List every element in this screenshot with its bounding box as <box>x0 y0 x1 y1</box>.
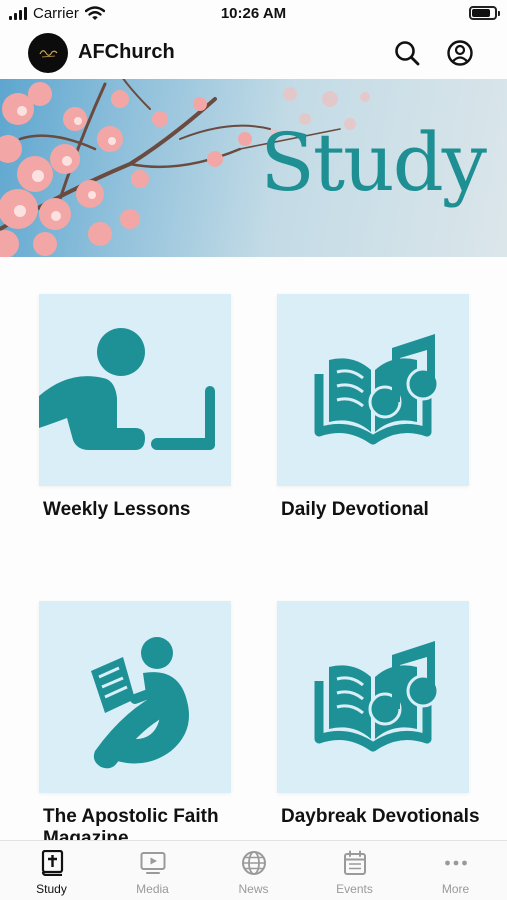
search-icon <box>395 41 420 66</box>
person-reading-icon <box>91 637 189 769</box>
tab-events[interactable]: Events <box>304 841 405 900</box>
tab-news[interactable]: News <box>203 841 304 900</box>
card-label: Daybreak Devotionals <box>281 806 480 827</box>
tab-media[interactable]: Media <box>102 841 203 900</box>
tab-study[interactable]: Study <box>1 841 102 900</box>
book-music-icon <box>314 334 440 445</box>
book-music-icon <box>314 641 440 752</box>
status-time: 10:26 AM <box>220 5 287 22</box>
logo-signature-icon <box>39 50 58 58</box>
app-header: AFChurch <box>0 30 507 78</box>
app-title: AFChurch <box>78 41 175 63</box>
tab-label: Events <box>336 882 373 896</box>
profile-button[interactable] <box>445 38 475 68</box>
study-banner: Study <box>0 79 507 257</box>
card-label: Daily Devotional <box>281 499 429 520</box>
card-daybreak-devotionals[interactable]: Daybreak Devotionals <box>277 601 507 828</box>
bible-icon <box>41 850 63 876</box>
profile-icon <box>447 40 473 66</box>
student-laptop-icon <box>39 328 215 450</box>
card-tile <box>277 601 469 793</box>
search-button[interactable] <box>392 38 422 68</box>
tv-play-icon <box>140 852 165 874</box>
card-apostolic-faith-magazine[interactable]: The Apostolic Faith Magazine <box>39 601 269 850</box>
calendar-icon <box>343 850 366 875</box>
battery-level <box>472 9 490 17</box>
bottom-tab-bar: Study Media News Events More <box>0 840 507 900</box>
battery-icon <box>469 6 500 20</box>
more-dots-icon <box>444 860 467 866</box>
tab-label: Study <box>36 882 67 896</box>
card-daily-devotional[interactable]: Daily Devotional <box>277 294 507 521</box>
card-tile <box>39 601 231 793</box>
church-logo[interactable] <box>28 33 68 73</box>
tab-label: More <box>441 882 470 896</box>
banner-title: Study <box>260 116 487 209</box>
tab-label: News <box>238 882 269 896</box>
status-bar: Carrier 10:26 AM <box>0 0 507 30</box>
card-tile <box>277 294 469 486</box>
card-tile <box>39 294 231 486</box>
card-weekly-lessons[interactable]: Weekly Lessons <box>39 294 269 521</box>
tab-label: Media <box>136 882 169 896</box>
tab-more[interactable]: More <box>405 841 506 900</box>
card-label: Weekly Lessons <box>43 499 191 520</box>
globe-icon <box>241 851 266 875</box>
